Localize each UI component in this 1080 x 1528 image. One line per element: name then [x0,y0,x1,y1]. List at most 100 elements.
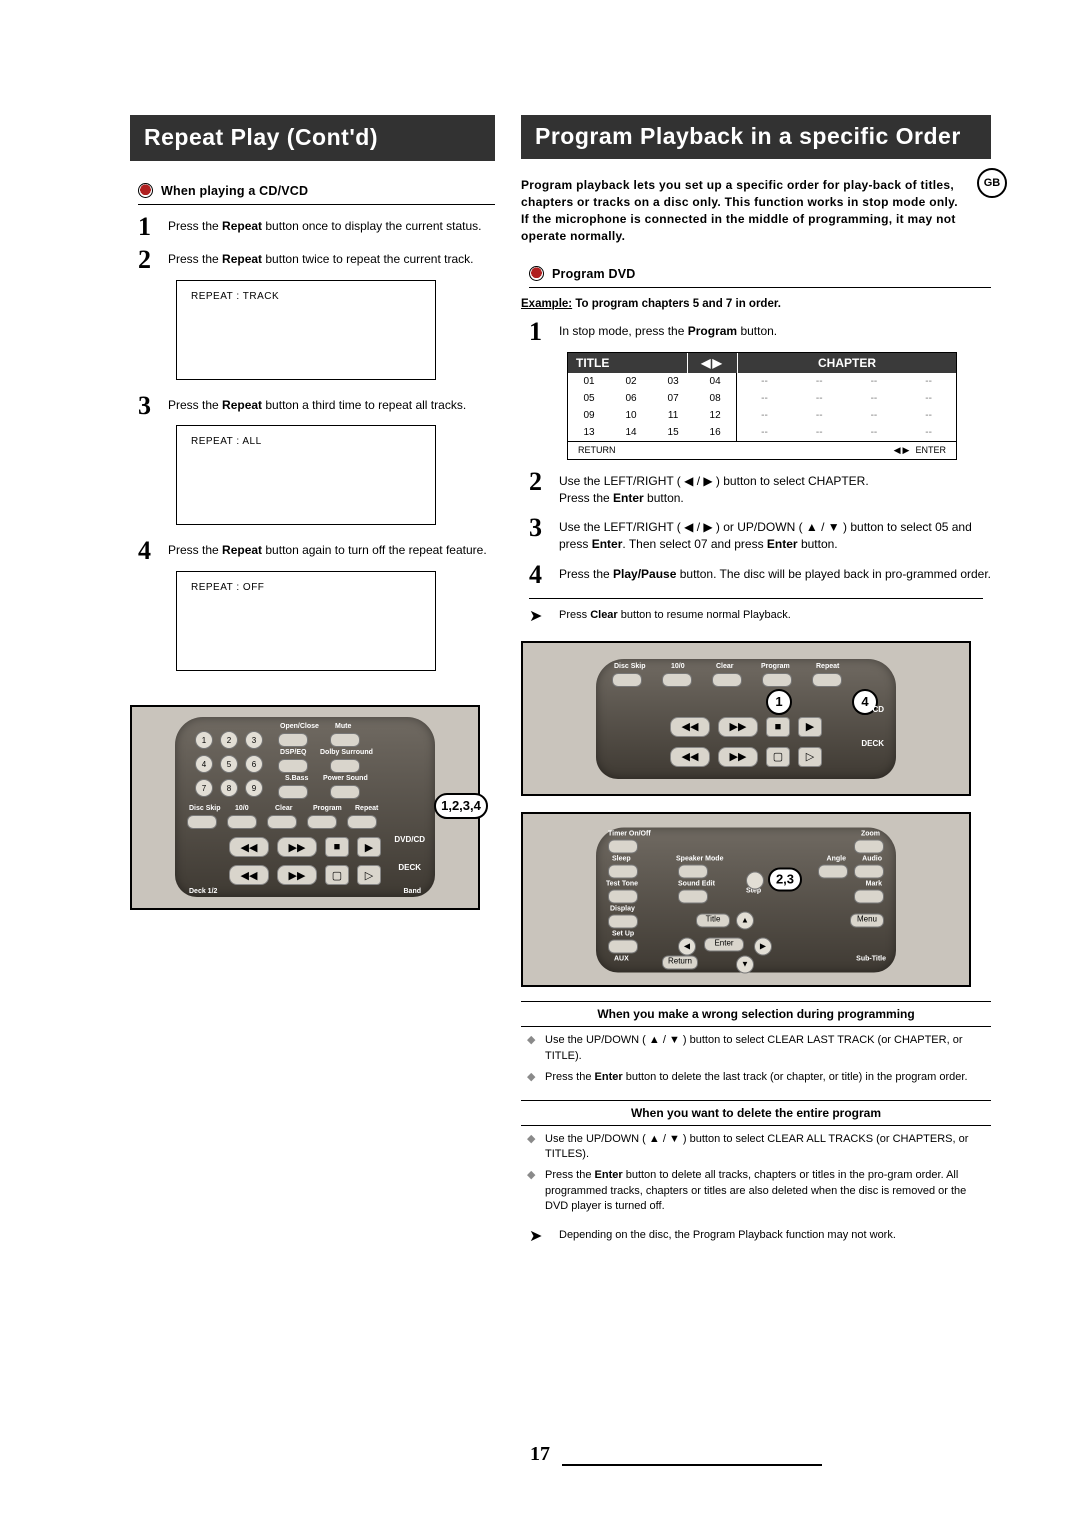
forward-icon: ▶▶ [277,837,317,857]
step-number: 4 [529,563,545,586]
diamond-icon: ◆ [527,1168,537,1214]
callout-steps: 1,2,3,4 [434,793,488,819]
btn-soundedit [678,889,708,903]
sb-title: When you make a wrong selection during p… [521,1001,991,1027]
step-text: Press the Repeat button once to display … [168,215,495,235]
btn-program [307,815,337,829]
label-program: Program [761,663,790,670]
nav-right-icon: ▶ [754,937,772,955]
right-step-3: 3 Use the LEFT/RIGHT ( ◀ / ▶ ) or UP/DOW… [529,516,991,553]
table-enter: ENTER [915,445,946,455]
note-clear: ➤ Press Clear button to resume normal Pl… [529,609,991,625]
diamond-icon: ◆ [527,1070,537,1085]
divider [529,598,983,599]
divider [529,287,991,288]
label-sleep: Sleep [612,855,631,862]
label-deck12: Deck 1/2 [189,888,217,895]
label-10-0: 10/0 [671,663,685,670]
btn-mute [330,733,360,747]
page-number: 17 [530,1443,550,1466]
label-cd: CD [872,705,884,714]
label-band: Band [404,888,422,895]
step-text: Use the LEFT/RIGHT ( ◀ / ▶ ) or UP/DOWN … [559,516,991,553]
btn-sbass [278,785,308,799]
arrow-icon: ➤ [529,1229,549,1245]
right-column: Program Playback in a specific Order Pro… [521,115,991,1255]
label-audio: Audio [862,855,882,862]
page-rule [562,1464,822,1466]
btn-zoom [854,839,884,853]
osd-screen: REPEAT : OFF [176,571,436,671]
forward-icon: ▶▶ [277,865,317,885]
label-speaker-mode: Speaker Mode [676,855,723,862]
label-testtone: Test Tone [606,880,638,887]
label-setup: Set Up [612,930,634,937]
example-line: Example: To program chapters 5 and 7 in … [521,298,991,310]
btn-mark [854,889,884,903]
btn-title: Title [696,913,730,927]
stop-icon: ▢ [325,865,349,885]
label-dolby: Dolby Surround [320,749,373,756]
btn-openclose [278,733,308,747]
label-program: Program [313,805,342,812]
left-subheading: When playing a CD/VCD [138,183,495,198]
nav-up-icon: ▲ [736,911,754,929]
step-number: 1 [529,320,545,343]
label-clear: Clear [716,663,734,670]
sb-title: When you want to delete the entire progr… [521,1100,991,1126]
right-subheading-text: Program DVD [552,267,635,281]
arrows-icon: ◀▶ [688,353,738,373]
diamond-icon: ◆ [527,1132,537,1163]
step-number: 3 [138,394,154,417]
play-icon: ▶ [798,717,822,737]
btn-discskip [612,673,642,687]
region-badge: GB [977,168,1007,198]
bullet-icon [529,266,544,281]
btn-discskip [187,815,217,829]
right-step-2: 2 Use the LEFT/RIGHT ( ◀ / ▶ ) button to… [529,470,991,507]
rewind-icon: ◀◀ [229,837,269,857]
step-number: 2 [138,248,154,271]
play-icon: ▷ [798,747,822,767]
step-number: 4 [138,539,154,562]
right-title: Program Playback in a specific Order [521,115,991,159]
bullet-text: Use the UP/DOWN ( ▲ / ▼ ) button to sele… [545,1033,985,1064]
nav-down-icon: ▼ [736,955,754,973]
osd-screen: REPEAT : TRACK [176,280,436,380]
callout-2-3: 2,3 [768,867,802,891]
label-repeat: Repeat [355,805,378,812]
stop-icon: ▢ [766,747,790,767]
btn-clear [712,673,742,687]
label-deck: DECK [861,739,884,748]
stop-icon: ■ [325,837,349,857]
chapter-grid: -------- -------- -------- -------- [737,373,956,441]
keypad-1: 1 [195,731,213,749]
program-table: TITLE ◀▶ CHAPTER 01020304 05060708 09101… [567,352,957,460]
step-number: 2 [529,470,545,493]
bullet-text: Press the Enter button to delete all tra… [545,1168,985,1214]
bullet-text: Press the Enter button to delete the las… [545,1070,968,1085]
btn-timer [608,839,638,853]
left-column: Repeat Play (Cont'd) When playing a CD/V… [130,115,495,1255]
btn-powersound [330,785,360,799]
keypad-7: 7 [195,779,213,797]
btn-sleep [608,864,638,878]
label-clear: Clear [275,805,293,812]
bullet-text: Use the UP/DOWN ( ▲ / ▼ ) button to sele… [545,1132,985,1163]
btn-audio [854,864,884,878]
divider [138,204,495,205]
btn-speakermode [678,864,708,878]
btn-menu: Menu [850,913,884,927]
label-mute: Mute [335,723,351,730]
left-step-2: 2 Press the Repeat button twice to repea… [138,248,495,271]
rewind-icon: ◀◀ [670,717,710,737]
forward-icon: ▶▶ [718,717,758,737]
keypad-5: 5 [220,755,238,773]
nav-left-icon: ◀ [678,937,696,955]
remote-illustration-right-1: Disc Skip 10/0 Clear Program Repeat 1 4 … [521,641,971,796]
label-openclose: Open/Close [280,723,319,730]
left-step-3: 3 Press the Repeat button a third time t… [138,394,495,417]
forward-icon: ▶▶ [718,747,758,767]
diamond-icon: ◆ [527,1033,537,1064]
label-power-sound: Power Sound [323,775,368,782]
